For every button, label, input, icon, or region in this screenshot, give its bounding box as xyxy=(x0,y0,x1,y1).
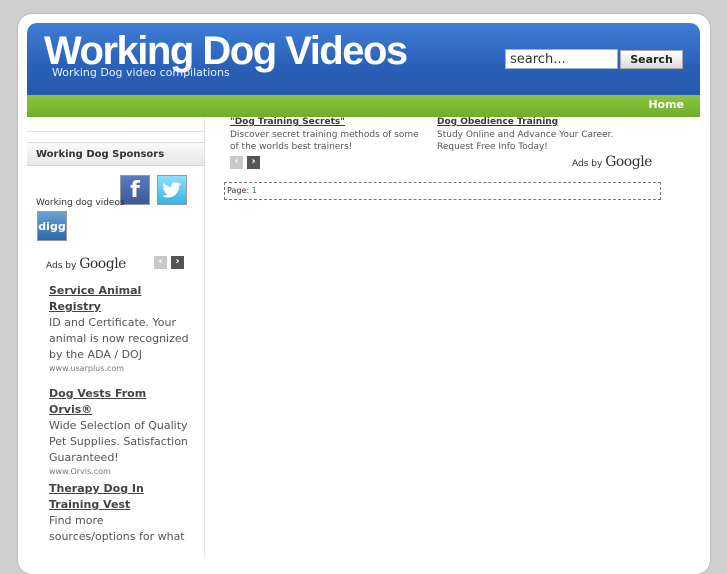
nav-home-link[interactable]: Home xyxy=(648,98,684,111)
twitter-bird-icon xyxy=(162,182,181,198)
sponsors-heading: Working Dog Sponsors xyxy=(27,142,204,166)
sidebar-ad-desc: Wide Selection of Quality Pet Supplies. … xyxy=(49,419,188,464)
nav-bar: Home xyxy=(27,95,700,117)
top-ad-desc: Discover secret training methods of some… xyxy=(230,130,419,152)
twitter-icon[interactable] xyxy=(157,175,187,205)
search-button[interactable]: Search xyxy=(620,50,683,69)
top-ad-title[interactable]: "Dog Training Secrets" xyxy=(230,117,430,128)
top-ad-title[interactable]: Dog Obedience Training xyxy=(437,117,647,128)
google-logo: Google xyxy=(605,154,652,170)
ads-by-label: Ads by xyxy=(572,159,603,169)
digg-icon[interactable]: digg xyxy=(37,211,67,241)
sidebar-ad-url[interactable]: www.Orvis.com xyxy=(49,467,189,476)
sidebar-top-divider xyxy=(27,117,204,132)
sidebar-ads-prev-arrow-icon[interactable]: ‹ xyxy=(154,256,167,269)
top-ads-next-arrow-icon[interactable]: › xyxy=(247,156,260,169)
sidebar-ad-url[interactable]: www.usarplus.com xyxy=(49,364,189,373)
sidebar-ad-title[interactable]: Therapy Dog In Training Vest xyxy=(49,481,189,513)
ads-by-label: Ads by xyxy=(46,261,77,271)
site-subtitle: Working Dog video compilations xyxy=(52,66,230,79)
sidebar-ads-by-google[interactable]: Ads by Google xyxy=(46,256,126,272)
search-input[interactable] xyxy=(505,49,618,69)
sidebar-ads-next-arrow-icon[interactable]: › xyxy=(171,256,184,269)
top-ads-by-google[interactable]: Ads by Google xyxy=(572,154,652,170)
top-ad-2[interactable]: Dog Obedience Training Study Online and … xyxy=(437,117,647,153)
sidebar-ad-desc: ID and Certificate. Your animal is now r… xyxy=(49,316,189,361)
sidebar-ad-title[interactable]: Service Animal Registry xyxy=(49,283,189,315)
sidebar-ad-2[interactable]: Dog Vests From Orvis® Wide Selection of … xyxy=(49,386,189,476)
google-logo: Google xyxy=(79,256,126,272)
sidebar-ad-3[interactable]: Therapy Dog In Training Vest Find more s… xyxy=(49,481,189,545)
pager-page-link[interactable]: 1 xyxy=(252,186,257,195)
sidebar-ad-1[interactable]: Service Animal Registry ID and Certifica… xyxy=(49,283,189,373)
top-ad-desc: Study Online and Advance Your Career. Re… xyxy=(437,130,614,152)
sidebar: Working Dog Sponsors f digg Working dog … xyxy=(27,117,205,557)
pager-label: Page: xyxy=(227,186,250,195)
top-ads-prev-arrow-icon[interactable]: ‹ xyxy=(230,156,243,169)
sidebar-ad-desc: Find more sources/options for what xyxy=(49,514,185,543)
top-ad-1[interactable]: "Dog Training Secrets" Discover secret t… xyxy=(230,117,430,153)
social-label: Working dog videos xyxy=(36,198,125,208)
pagination: Page: 1 xyxy=(224,182,661,200)
sidebar-ad-title[interactable]: Dog Vests From Orvis® xyxy=(49,386,189,418)
